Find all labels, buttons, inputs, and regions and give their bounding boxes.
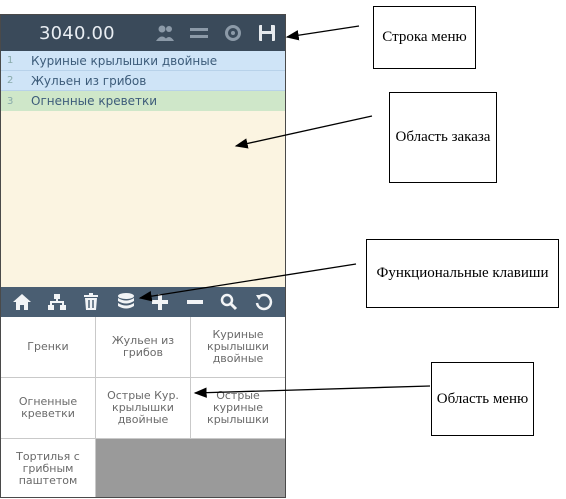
arrow-menu-bar — [285, 25, 360, 41]
arrow-order-area — [234, 115, 373, 149]
callout-menu-area: Область меню — [431, 362, 534, 436]
arrow-menu-area — [193, 385, 431, 398]
callout-menu-bar: Строка меню — [373, 6, 476, 69]
callout-function-keys: Функциональные клавиши — [366, 239, 559, 308]
arrow-function-keys — [138, 263, 357, 302]
callout-order-area: Область заказа — [389, 92, 497, 183]
